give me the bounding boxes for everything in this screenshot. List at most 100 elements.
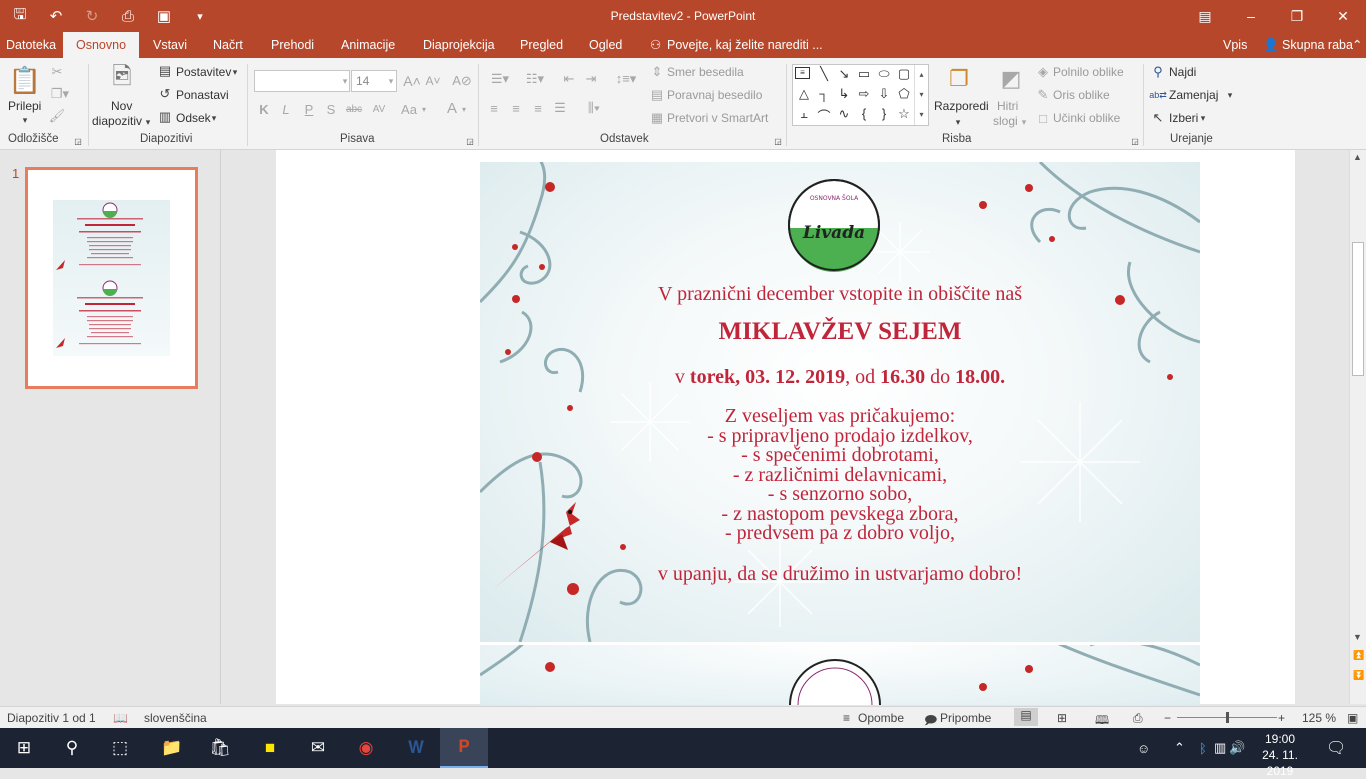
character-spacing-button[interactable]: AV — [368, 101, 390, 117]
right-arrow-shape-icon[interactable]: ⇨ — [855, 86, 873, 102]
replace-dropdown-icon[interactable]: ▾ — [1226, 89, 1234, 101]
align-right-icon[interactable]: ≡ — [530, 100, 546, 116]
shape-fill-button[interactable]: Polnilo oblike — [1053, 65, 1124, 79]
new-slide-icon[interactable]: 🖻 — [106, 62, 138, 96]
freeform-shape-icon[interactable]: ⫠ — [795, 106, 813, 122]
clipboard-launcher-icon[interactable]: ◲ — [73, 136, 83, 146]
new-slide-button-line1[interactable]: Nov — [111, 99, 132, 113]
curve-shape-icon[interactable]: ∿ — [835, 106, 853, 122]
paste-icon[interactable]: 📋 — [8, 62, 42, 98]
powerpoint-icon[interactable]: 𝐏 — [440, 728, 488, 768]
search-icon[interactable]: ⚲ — [48, 728, 96, 768]
tab-view[interactable]: Ogled — [589, 32, 622, 58]
format-painter-icon[interactable]: 🖌 — [48, 108, 66, 124]
pentagon-shape-icon[interactable]: ⬠ — [895, 86, 913, 102]
slide-1[interactable]: Livada OSNOVNA ŠOLA V praznični december… — [480, 162, 1200, 642]
comments-button[interactable]: Pripombe — [940, 711, 991, 725]
show-hidden-icons[interactable]: ⌃ — [1174, 728, 1185, 768]
grow-font-icon[interactable]: A˄ — [403, 72, 421, 90]
justify-icon[interactable]: ☰ — [552, 100, 568, 116]
redo-icon[interactable]: ↻ — [78, 2, 106, 30]
rectangle-shape-icon[interactable]: ▭ — [855, 66, 873, 82]
vertical-scrollbar[interactable]: ▲ ▼ ⏫ ⏬ — [1349, 150, 1366, 704]
previous-slide-icon[interactable]: ⏫ — [1353, 650, 1364, 661]
text-direction-button[interactable]: Smer besedila — [667, 65, 744, 79]
save-icon[interactable]: 🖫 — [6, 2, 34, 30]
word-icon[interactable]: 𝐖 — [392, 728, 440, 768]
quick-styles-icon[interactable]: ◩ — [996, 64, 1026, 94]
zoom-in-icon[interactable]: + — [1278, 711, 1285, 725]
copy-icon[interactable]: ❐▾ — [48, 86, 72, 102]
zoom-out-icon[interactable]: − — [1164, 711, 1171, 725]
clear-formatting-icon[interactable]: A⊘ — [452, 72, 472, 90]
left-brace-shape-icon[interactable]: { — [855, 106, 873, 121]
reset-button[interactable]: Ponastavi — [176, 88, 229, 102]
section-button[interactable]: Odsek — [176, 111, 211, 125]
start-icon[interactable]: ⊞ — [0, 728, 48, 768]
line-spacing-icon[interactable]: ↕≡▾ — [612, 70, 640, 88]
change-case-button[interactable]: Aa — [398, 101, 420, 117]
select-dropdown-icon[interactable]: ▾ — [1199, 112, 1207, 124]
font-launcher-icon[interactable]: ◲ — [465, 136, 475, 146]
cut-icon[interactable]: ✂ — [48, 64, 66, 80]
shape-outline-button[interactable]: Oris oblike — [1053, 88, 1110, 102]
drawing-launcher-icon[interactable]: ◲ — [1130, 136, 1140, 146]
tab-animations[interactable]: Animacije — [341, 32, 395, 58]
paste-button[interactable]: Prilepi — [8, 99, 41, 113]
italic-button[interactable]: L — [279, 101, 293, 117]
right-brace-shape-icon[interactable]: } — [875, 106, 893, 121]
chrome-icon[interactable]: ◉ — [342, 728, 390, 768]
zoom-level[interactable]: 125 % — [1302, 711, 1336, 725]
scroll-thumb[interactable] — [1352, 242, 1364, 376]
scroll-down-icon[interactable]: ▼ — [1353, 632, 1362, 642]
triangle-shape-icon[interactable]: △ — [795, 86, 813, 102]
save-as-icon[interactable]: ▣ — [150, 2, 178, 30]
new-slide-button-line2[interactable]: diapozitiv — [92, 114, 142, 128]
align-left-icon[interactable]: ≡ — [486, 100, 502, 116]
scroll-top-icon[interactable]: ▲ — [1353, 152, 1362, 162]
network-icon[interactable]: ▥ — [1214, 728, 1226, 768]
columns-icon[interactable]: ⫼▾ — [580, 100, 608, 116]
customize-icon[interactable]: ▾ — [186, 2, 214, 30]
align-center-icon[interactable]: ≡ — [508, 100, 524, 116]
people-icon[interactable]: ☺ — [1137, 728, 1150, 768]
minimize-button[interactable]: – — [1228, 0, 1274, 32]
arrange-button[interactable]: Razporedi — [934, 99, 989, 113]
collapse-ribbon-icon[interactable]: ⌃ — [1352, 32, 1362, 58]
textbox-shape-icon[interactable]: ≡ — [795, 67, 810, 79]
increase-indent-icon[interactable]: ⇥ — [582, 70, 600, 88]
notifications-icon[interactable]: 🗨 — [1326, 728, 1346, 768]
shrink-font-icon[interactable]: A˅ — [424, 72, 442, 90]
replace-button[interactable]: Zamenjaj — [1169, 88, 1218, 102]
bullets-icon[interactable]: ☰▾ — [485, 70, 515, 88]
elbow-connector-shape-icon[interactable]: ┐ — [815, 86, 833, 101]
store-icon[interactable]: 🛍 — [196, 728, 244, 768]
present-icon[interactable]: ⎙ — [114, 2, 142, 30]
paragraph-launcher-icon[interactable]: ◲ — [773, 136, 783, 146]
quick-styles-line2[interactable]: slogi — [993, 114, 1018, 128]
line-shape-icon[interactable]: ╲ — [815, 66, 833, 82]
tab-file[interactable]: Datoteka — [6, 32, 56, 58]
numbering-icon[interactable]: ☷▾ — [520, 70, 550, 88]
arrange-icon[interactable]: ❐ — [944, 64, 974, 94]
tab-slideshow[interactable]: Diaprojekcija — [423, 32, 495, 58]
underline-button[interactable]: P — [302, 101, 316, 117]
arrow-line-shape-icon[interactable]: ↘ — [835, 66, 853, 82]
notes-button[interactable]: Opombe — [858, 711, 904, 725]
font-color-button[interactable]: A — [444, 99, 460, 117]
undo-icon[interactable]: ↶ — [42, 2, 70, 30]
change-case-dropdown-icon[interactable]: ▾ — [420, 103, 428, 115]
strikethrough-button[interactable]: abc — [343, 101, 365, 117]
down-arrow-shape-icon[interactable]: ⇩ — [875, 86, 893, 102]
find-button[interactable]: Najdi — [1169, 65, 1196, 79]
quick-styles-line1[interactable]: Hitri — [997, 99, 1018, 113]
sticky-notes-icon[interactable]: ■ — [246, 728, 294, 768]
sign-in-link[interactable]: Vpis — [1223, 32, 1247, 58]
layout-dropdown-icon[interactable]: ▾ — [231, 66, 239, 78]
new-slide-dropdown-icon[interactable]: ▾ — [143, 116, 153, 128]
file-explorer-icon[interactable]: 📁 — [148, 728, 196, 768]
tab-insert[interactable]: Vstavi — [153, 32, 187, 58]
elbow-arrow-shape-icon[interactable]: ↳ — [835, 86, 853, 102]
tab-design[interactable]: Načrt — [213, 32, 243, 58]
fit-slide-icon[interactable]: ▣ — [1347, 711, 1358, 725]
